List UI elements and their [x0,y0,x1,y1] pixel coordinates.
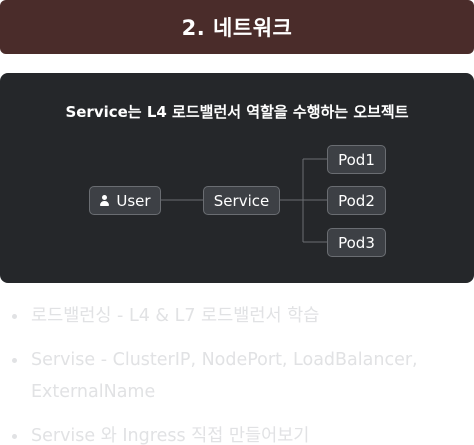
diagram-panel: Service는 L4 로드밸런서 역할을 수행하는 오브젝트 User Ser… [0,73,474,283]
user-label: User [116,191,151,210]
pod2-node: Pod2 [327,186,386,215]
pod1-label: Pod1 [338,150,375,169]
pod2-label: Pod2 [338,191,375,210]
person-icon [99,194,110,207]
connector-lines [161,158,327,243]
list-item: Servise 와 Ingress 직접 만들어보기 [0,420,474,445]
pod1-node: Pod1 [327,145,386,174]
service-node: Service [203,186,280,215]
service-label: Service [213,191,270,210]
user-node: User [89,186,161,215]
topic-list: 로드밸런싱 - L4 & L7 로드밸런서 학습 Servise - Clust… [0,300,474,445]
pod3-label: Pod3 [338,233,375,252]
pod3-node: Pod3 [327,228,386,257]
page: 2. 네트워크 Service는 L4 로드밸런서 역할을 수행하는 오브젝트 … [0,0,474,445]
section-title: 2. 네트워크 [181,16,293,40]
list-item: 로드밸런싱 - L4 & L7 로드밸런서 학습 [0,300,474,332]
section-header: 2. 네트워크 [0,0,474,54]
list-item: Servise - ClusterIP, NodePort, LoadBalan… [0,344,474,408]
